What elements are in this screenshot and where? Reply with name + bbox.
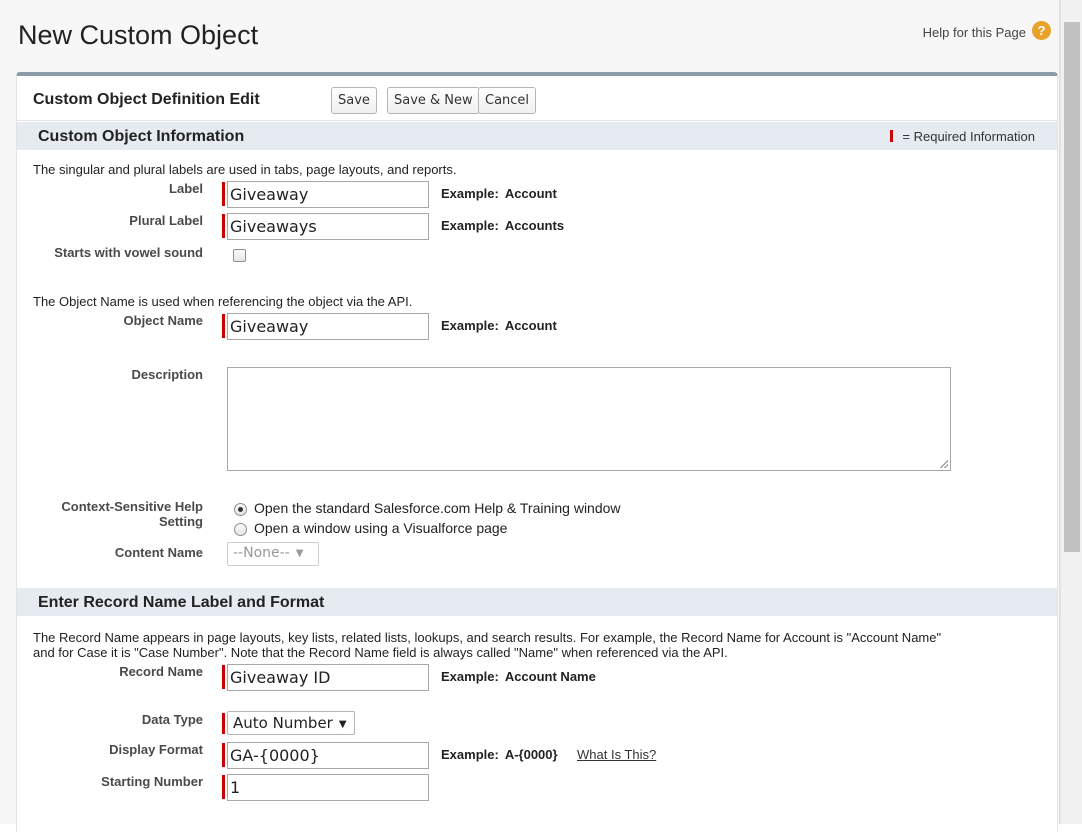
data-type-select[interactable]: Auto Number ▼ — [227, 711, 355, 735]
panel-title: Custom Object Definition Edit — [33, 91, 260, 108]
description-textarea[interactable] — [227, 367, 951, 471]
plural-label-input[interactable]: Giveaways — [227, 213, 429, 240]
help-standard-radio-label[interactable]: Open the standard Salesforce.com Help & … — [254, 500, 621, 516]
required-legend: = Required Information — [890, 129, 1035, 144]
description-label: Description — [131, 367, 203, 382]
data-type-label: Data Type — [141, 712, 203, 727]
record-name-label: Record Name — [119, 664, 203, 679]
starting-number-label: Starting Number — [101, 774, 203, 789]
help-visualforce-radio[interactable] — [234, 523, 247, 536]
edit-panel: Custom Object Definition Edit Save Save … — [16, 72, 1058, 832]
object-name-example: Example: Account — [441, 318, 557, 333]
plural-label-field-label: Plural Label — [129, 213, 203, 228]
display-format-label: Display Format — [109, 742, 203, 757]
required-marker — [222, 775, 225, 799]
display-format-input[interactable]: GA-{0000} — [227, 742, 429, 769]
panel-header: Custom Object Definition Edit Save Save … — [17, 76, 1057, 121]
required-marker — [222, 182, 225, 206]
starting-number-input[interactable]: 1 — [227, 774, 429, 801]
resize-grip-icon[interactable] — [940, 460, 948, 468]
section-title: Custom Object Information — [38, 128, 245, 145]
chevron-down-icon: ▼ — [295, 548, 304, 559]
record-name-input[interactable]: Giveaway ID — [227, 664, 429, 691]
what-is-this-link[interactable]: What Is This? — [577, 747, 656, 762]
object-name-label: Object Name — [123, 313, 203, 328]
display-format-example: Example: A-{0000} — [441, 747, 558, 762]
help-standard-radio[interactable] — [234, 503, 247, 516]
content-name-label: Content Name — [114, 545, 203, 560]
object-name-hint: The Object Name is used when referencing… — [33, 294, 413, 309]
save-button[interactable]: Save — [331, 87, 377, 114]
section-title: Enter Record Name Label and Format — [38, 594, 325, 611]
section-record-name: Enter Record Name Label and Format — [17, 588, 1057, 616]
help-for-this-page-link[interactable]: Help for this Page — [923, 25, 1026, 40]
record-name-hint: The Record Name appears in page layouts,… — [33, 630, 942, 660]
section-custom-object-information: Custom Object Information = Required Inf… — [17, 122, 1057, 150]
question-icon[interactable]: ? — [1032, 21, 1051, 40]
content-name-select: --None-- ▼ — [227, 542, 319, 566]
vowel-sound-checkbox[interactable] — [233, 249, 246, 262]
required-marker — [222, 713, 225, 734]
required-marker — [222, 314, 225, 338]
record-name-example: Example: Account Name — [441, 669, 596, 684]
chevron-down-icon: ▼ — [338, 719, 347, 730]
object-name-input[interactable]: Giveaway — [227, 313, 429, 340]
required-marker — [222, 743, 225, 767]
vertical-scrollbar[interactable] — [1060, 0, 1082, 824]
required-marker — [890, 130, 894, 142]
cancel-button[interactable]: Cancel — [478, 87, 537, 114]
label-field-label: Label — [169, 181, 203, 196]
required-marker — [222, 214, 225, 238]
help-visualforce-radio-label[interactable]: Open a window using a Visualforce page — [254, 520, 507, 536]
save-and-new-button[interactable]: Save & New — [387, 87, 480, 114]
labels-hint: The singular and plural labels are used … — [33, 162, 457, 177]
help-setting-label: Context-Sensitive Help Setting — [61, 499, 203, 529]
vowel-sound-label: Starts with vowel sound — [54, 245, 203, 260]
page-title: New Custom Object — [18, 20, 259, 50]
label-example: Example: Account — [441, 186, 557, 201]
label-input[interactable]: Giveaway — [227, 181, 429, 208]
plural-label-example: Example: Accounts — [441, 218, 565, 233]
required-marker — [222, 665, 225, 689]
scrollbar-thumb[interactable] — [1064, 22, 1080, 552]
